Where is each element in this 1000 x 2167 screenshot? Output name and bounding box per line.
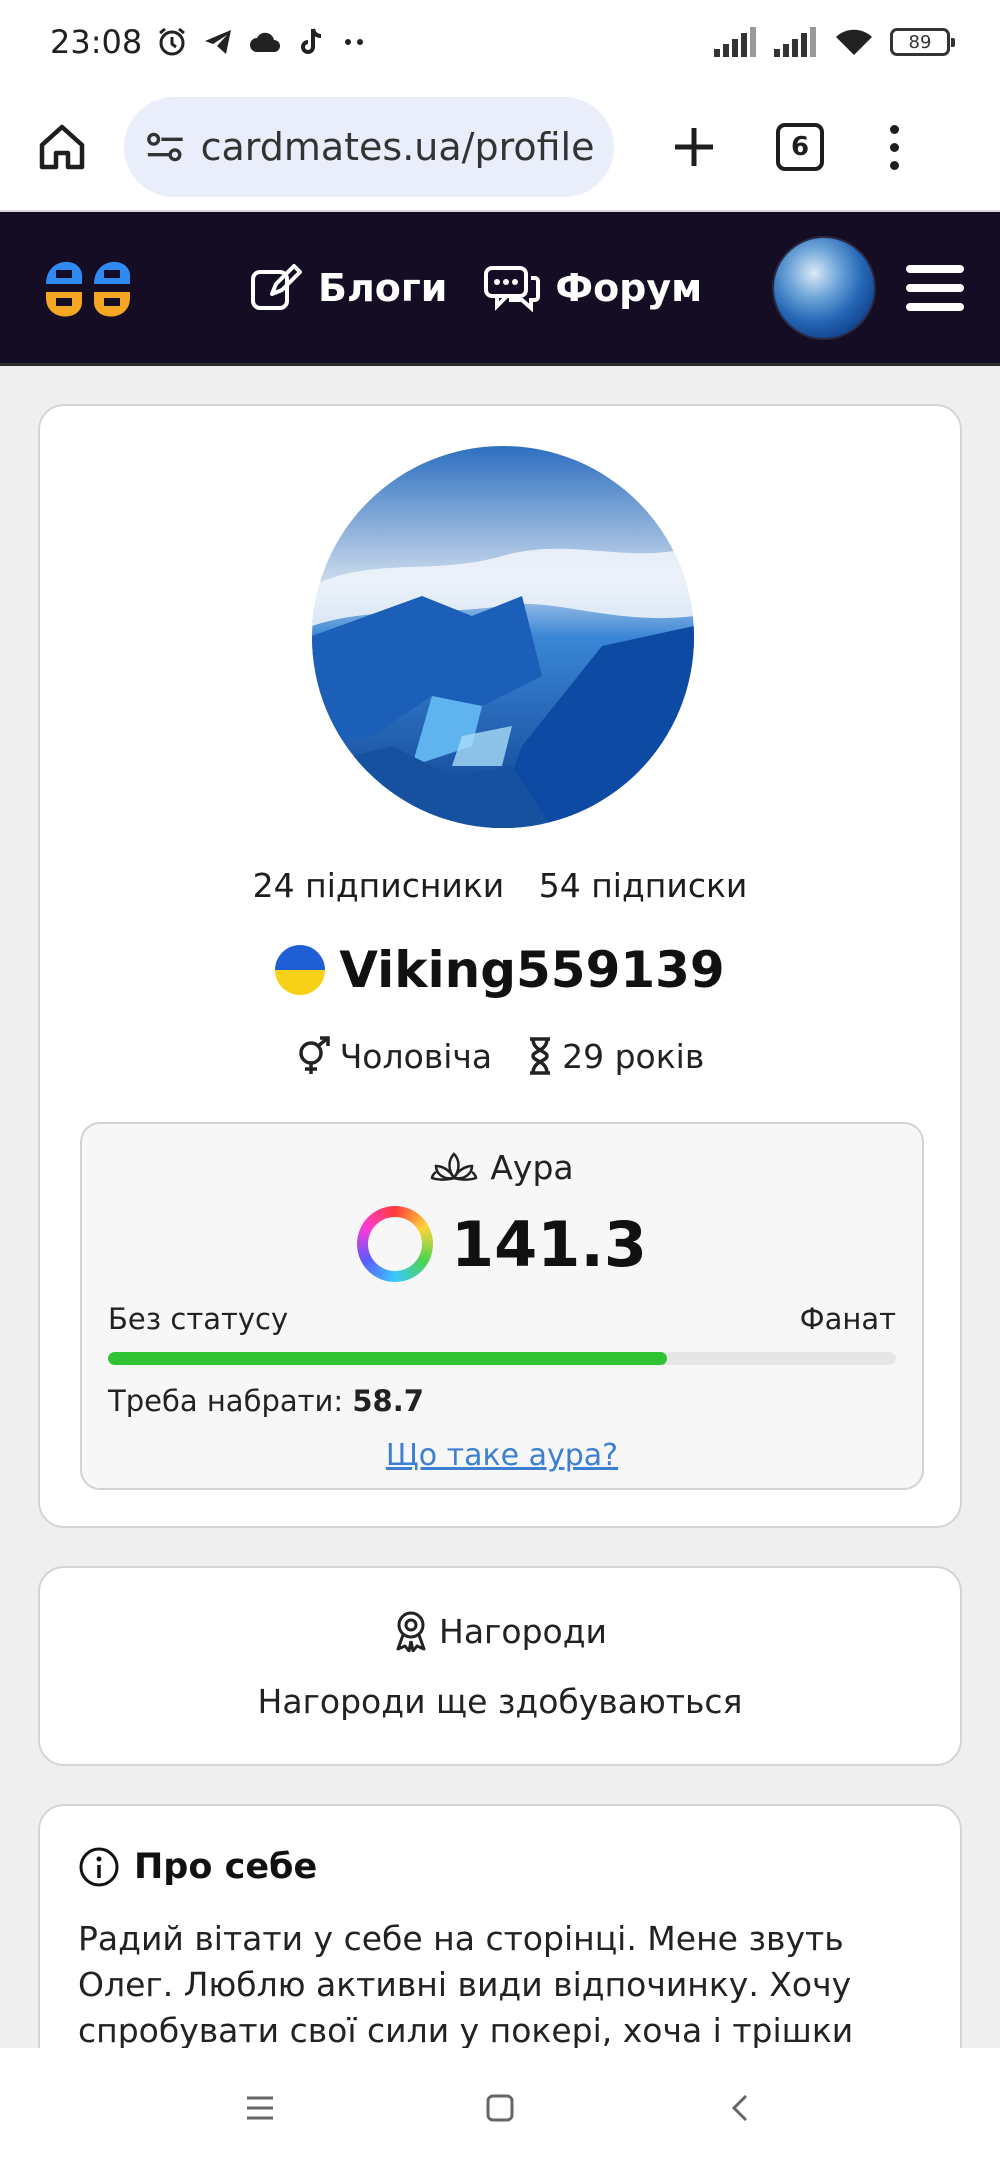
home-button[interactable] bbox=[30, 115, 94, 179]
aura-title-label: Аура bbox=[490, 1148, 574, 1187]
about-title-label: Про себе bbox=[134, 1847, 318, 1887]
gender-label: Чоловіча bbox=[339, 1036, 493, 1076]
system-nav-bar bbox=[0, 2048, 1000, 2167]
aura-status-labels: Без статусу Фанат bbox=[108, 1302, 896, 1336]
back-button[interactable] bbox=[720, 2088, 760, 2128]
burger-line bbox=[906, 302, 964, 311]
hamburger-menu-button[interactable] bbox=[906, 264, 964, 311]
username: Viking559139 bbox=[339, 941, 725, 999]
status-time: 23:08 bbox=[50, 23, 143, 61]
aura-progress-fill bbox=[108, 1352, 668, 1365]
age-label: 29 років bbox=[562, 1036, 705, 1076]
status-bar: 23:08 89 bbox=[0, 0, 1000, 84]
following-count[interactable]: 54 підписки bbox=[539, 866, 748, 905]
info-icon bbox=[79, 1847, 119, 1887]
aura-value: 141.3 bbox=[450, 1207, 648, 1281]
menu-dot bbox=[890, 142, 899, 152]
aura-need-label: Треба набрати: bbox=[108, 1384, 344, 1418]
aura-need: Треба набрати: 58.7 bbox=[108, 1384, 424, 1418]
menu-dot bbox=[890, 160, 899, 170]
header-avatar[interactable] bbox=[772, 235, 876, 340]
menu-dot bbox=[890, 124, 899, 134]
about-title: Про себе bbox=[78, 1846, 317, 1888]
edit-icon bbox=[251, 263, 302, 310]
recent-apps-button[interactable] bbox=[240, 2088, 280, 2128]
site-header: Блоги Форум bbox=[0, 212, 1000, 366]
username-row: Viking559139 bbox=[40, 941, 960, 999]
profile-card: 24 підписники 54 підписки Viking559139 Ч… bbox=[38, 404, 962, 1528]
aura-progress-bar bbox=[108, 1352, 896, 1365]
browser-toolbar: cardmates.ua/profile/ 6 bbox=[0, 84, 1000, 212]
followers-count[interactable]: 24 підписники bbox=[253, 866, 505, 905]
male-female-icon bbox=[298, 1036, 330, 1074]
nav-blogs[interactable]: Блоги bbox=[250, 263, 448, 312]
signal-icon bbox=[714, 27, 756, 57]
gender-info: Чоловіча bbox=[296, 1036, 492, 1076]
profile-meta: Чоловіча 29 років bbox=[40, 1036, 960, 1076]
battery-icon: 89 bbox=[890, 28, 955, 56]
lotus-icon bbox=[431, 1151, 478, 1181]
cloud-icon bbox=[250, 32, 281, 52]
main-nav: Блоги Форум bbox=[250, 263, 702, 312]
age-info: 29 років bbox=[526, 1036, 704, 1076]
award-icon bbox=[396, 1611, 426, 1652]
follow-stats: 24 підписники 54 підписки bbox=[40, 866, 960, 905]
profile-avatar bbox=[312, 446, 694, 828]
aura-need-value: 58.7 bbox=[352, 1384, 424, 1418]
site-logo[interactable] bbox=[36, 236, 140, 340]
what-is-aura-link[interactable]: Що таке аура? bbox=[82, 1438, 922, 1473]
chat-icon bbox=[484, 265, 541, 312]
wifi-icon bbox=[836, 29, 872, 55]
home-nav-button[interactable] bbox=[480, 2088, 520, 2128]
aura-panel: Аура 141.3 Без статусу Фанат Треба набра… bbox=[80, 1122, 924, 1490]
aura-status-next: Фанат bbox=[799, 1302, 896, 1336]
url-text: cardmates.ua/profile/ bbox=[200, 125, 594, 169]
browser-menu-button[interactable] bbox=[890, 124, 899, 170]
address-bar[interactable]: cardmates.ua/profile/ bbox=[124, 97, 614, 197]
awards-title: Нагороди bbox=[40, 1610, 960, 1652]
more-dots-icon bbox=[345, 39, 364, 45]
telegram-icon bbox=[205, 30, 232, 54]
tiktok-icon bbox=[301, 28, 322, 54]
aura-status-current: Без статусу bbox=[108, 1302, 289, 1336]
alarm-icon bbox=[159, 27, 186, 56]
signal-icon bbox=[774, 27, 816, 57]
awards-empty-text: Нагороди ще здобуваються bbox=[257, 1682, 743, 1721]
nav-blogs-label: Блоги bbox=[318, 265, 448, 310]
plus-icon bbox=[675, 128, 713, 166]
battery-level: 89 bbox=[908, 31, 932, 53]
burger-line bbox=[906, 264, 964, 273]
aura-title: Аура bbox=[82, 1148, 922, 1187]
hourglass-icon bbox=[530, 1037, 551, 1075]
aura-ring-icon bbox=[356, 1206, 433, 1282]
site-settings-icon[interactable] bbox=[144, 127, 187, 167]
nav-forum-label: Форум bbox=[555, 265, 703, 310]
square-icon bbox=[486, 2094, 514, 2121]
burger-line bbox=[906, 283, 964, 292]
awards-title-label: Нагороди bbox=[439, 1611, 607, 1651]
tab-switcher-button[interactable]: 6 bbox=[776, 123, 824, 171]
home-icon bbox=[39, 124, 85, 170]
aura-value-row: 141.3 bbox=[82, 1206, 922, 1282]
chevron-left-icon bbox=[731, 2094, 748, 2121]
menu-lines-icon bbox=[247, 2096, 273, 2119]
new-tab-button[interactable] bbox=[662, 115, 726, 179]
awards-card: Нагороди Нагороди ще здобуваються bbox=[38, 1566, 962, 1766]
nav-forum[interactable]: Форум bbox=[483, 264, 702, 312]
ukraine-flag-icon bbox=[275, 945, 326, 995]
